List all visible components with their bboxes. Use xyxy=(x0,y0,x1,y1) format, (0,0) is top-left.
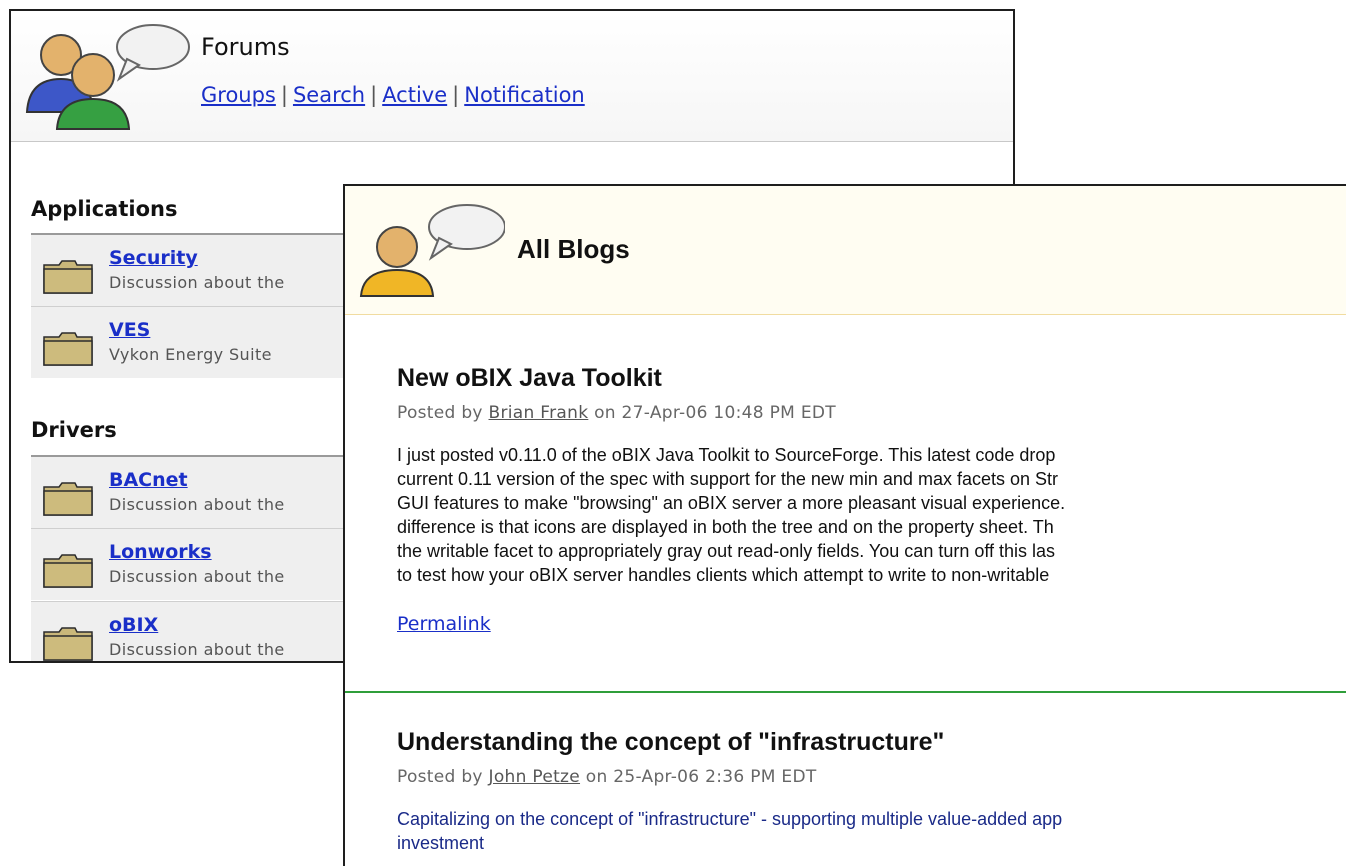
post-body-line: investment xyxy=(397,833,485,853)
post-date: on 25-Apr-06 2:36 PM EDT xyxy=(585,767,817,787)
post-body-line: current 0.11 version of the spec with su… xyxy=(397,469,1058,489)
nav-link-active[interactable]: Active xyxy=(382,83,447,107)
post-body-line: difference is that icons are displayed i… xyxy=(397,517,1054,537)
forum-row-obix: oBIX Discussion about the xyxy=(31,601,391,661)
forum-row-bacnet: BACnet Discussion about the xyxy=(31,455,391,528)
author-link[interactable]: Brian Frank xyxy=(489,403,589,423)
forums-title: Forums xyxy=(201,33,290,61)
forum-row-ves: VES Vykon Energy Suite xyxy=(31,306,391,378)
nav-separator: | xyxy=(370,83,378,107)
folder-icon xyxy=(43,260,93,294)
nav-link-search[interactable]: Search xyxy=(293,83,365,107)
forum-link-ves[interactable]: VES xyxy=(109,319,150,341)
post-body-line: I just posted v0.11.0 of the oBIX Java T… xyxy=(397,445,1056,465)
nav-separator: | xyxy=(452,83,460,107)
forum-link-security[interactable]: Security xyxy=(109,247,198,269)
posted-by-label: Posted by xyxy=(397,403,483,423)
forum-description: Vykon Energy Suite xyxy=(109,345,272,364)
post-body: I just posted v0.11.0 of the oBIX Java T… xyxy=(397,443,1346,587)
post-body-line: the writable facet to appropriately gray… xyxy=(397,541,1056,561)
nav-separator: | xyxy=(280,83,288,107)
users-chat-icon xyxy=(25,24,190,130)
forum-link-obix[interactable]: oBIX xyxy=(109,614,158,636)
folder-icon xyxy=(43,554,93,588)
user-chat-icon xyxy=(359,204,505,297)
post-body: Capitalizing on the concept of "infrastr… xyxy=(397,807,1346,855)
forum-description: Discussion about the xyxy=(109,640,285,659)
blogs-window: All Blogs New oBIX Java Toolkit Posted b… xyxy=(343,184,1346,866)
post-body-line: Capitalizing on the concept of "infrastr… xyxy=(397,809,1063,829)
blog-post: New oBIX Java Toolkit Posted by Brian Fr… xyxy=(397,364,1346,635)
forum-link-bacnet[interactable]: BACnet xyxy=(109,469,188,491)
forum-row-security: Security Discussion about the xyxy=(31,233,391,306)
forum-description: Discussion about the xyxy=(109,567,285,586)
forum-link-lonworks[interactable]: Lonworks xyxy=(109,541,212,563)
posted-by-label: Posted by xyxy=(397,767,483,787)
post-meta: Posted by John Petze on 25-Apr-06 2:36 P… xyxy=(397,767,1346,787)
forums-nav: Groups | Search | Active | Notification xyxy=(201,83,585,107)
forum-row-lonworks: Lonworks Discussion about the xyxy=(31,528,391,600)
folder-icon xyxy=(43,482,93,516)
forum-description: Discussion about the xyxy=(109,495,285,514)
folder-icon xyxy=(43,332,93,366)
section-heading-applications: Applications xyxy=(31,197,178,221)
post-title: Understanding the concept of "infrastruc… xyxy=(397,728,945,756)
author-link[interactable]: John Petze xyxy=(489,767,581,787)
forums-header: Forums Groups | Search | Active | Notification xyxy=(11,11,1013,142)
folder-icon xyxy=(43,627,93,661)
post-body-line: GUI features to make "browsing" an oBIX … xyxy=(397,493,1066,513)
post-divider xyxy=(345,691,1346,693)
post-title: New oBIX Java Toolkit xyxy=(397,364,662,392)
blogs-header: All Blogs xyxy=(345,186,1346,315)
nav-link-groups[interactable]: Groups xyxy=(201,83,276,107)
post-meta: Posted by Brian Frank on 27-Apr-06 10:48… xyxy=(397,403,1346,423)
post-body-line: to test how your oBIX server handles cli… xyxy=(397,565,1050,585)
permalink-link[interactable]: Permalink xyxy=(397,613,491,635)
forum-description: Discussion about the xyxy=(109,273,285,292)
blogs-title: All Blogs xyxy=(517,234,630,264)
section-heading-drivers: Drivers xyxy=(31,418,117,442)
post-date: on 27-Apr-06 10:48 PM EDT xyxy=(594,403,836,423)
blog-post: Understanding the concept of "infrastruc… xyxy=(397,728,1346,855)
nav-link-notification[interactable]: Notification xyxy=(464,83,585,107)
